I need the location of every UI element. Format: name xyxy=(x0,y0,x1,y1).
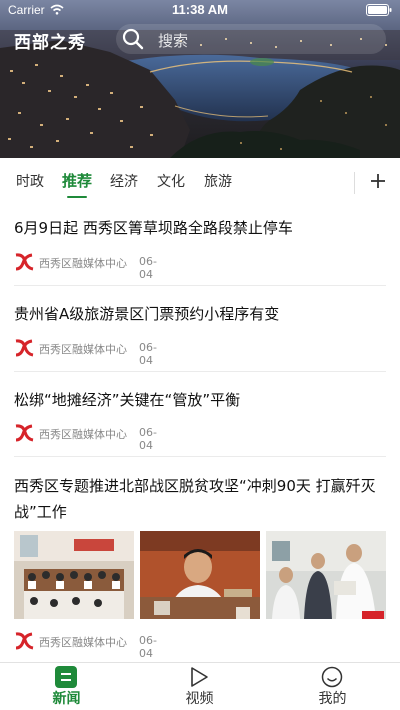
app-title: 西部之秀 xyxy=(14,33,86,53)
article-date: 06-04 xyxy=(139,255,157,281)
nav-video[interactable]: 视频 xyxy=(133,663,266,710)
list-divider xyxy=(14,285,386,286)
nav-news-label: 新闻 xyxy=(52,691,81,707)
xixiu-media-logo-icon xyxy=(15,632,34,650)
profile-smile-icon xyxy=(321,666,343,688)
xixiu-media-logo-icon xyxy=(15,253,34,271)
article-thumbnail[interactable] xyxy=(140,531,260,619)
status-bar: Carrier 11:38 AM xyxy=(0,0,400,20)
status-time: 11:38 AM xyxy=(172,2,228,17)
article-source: 西秀区融媒体中心 xyxy=(39,257,127,270)
meeting-room-photo xyxy=(14,531,134,619)
header-banner: Carrier 11:38 AM 西部之秀 搜索 xyxy=(0,0,400,158)
article-title[interactable]: 西秀区专题推进北部战区脱贫攻坚“冲刺90天 打赢歼灭战”工作 xyxy=(14,473,386,525)
article-date: 06-04 xyxy=(139,634,157,660)
article-thumbnail[interactable] xyxy=(14,531,134,619)
bottom-nav: 新闻 视频 我的 xyxy=(0,662,400,710)
article-thumbnail[interactable] xyxy=(266,531,386,619)
search-bar[interactable] xyxy=(116,24,386,54)
xixiu-media-logo-icon xyxy=(15,424,34,442)
tab-lvyou[interactable]: 旅游 xyxy=(204,171,232,191)
active-tab-indicator xyxy=(67,196,87,198)
article-source: 西秀区融媒体中心 xyxy=(39,343,127,356)
add-channel-icon[interactable] xyxy=(368,171,388,191)
search-icon[interactable] xyxy=(122,28,144,50)
category-tabs: 时政 推荐 经济 文化 旅游 xyxy=(0,158,400,204)
article-title[interactable]: 松绑“地摊经济”关键在“管放”平衡 xyxy=(14,387,386,413)
news-icon xyxy=(55,666,77,688)
news-app-screen: Carrier 11:38 AM 西部之秀 搜索 时政 推荐 经济 文化 旅游 xyxy=(0,0,400,710)
article-date: 06-04 xyxy=(139,426,157,452)
article-date: 06-04 xyxy=(139,341,157,367)
nav-profile[interactable]: 我的 xyxy=(266,663,399,710)
article-title[interactable]: 贵州省A级旅游景区门票预约小程序有变 xyxy=(14,301,386,327)
video-play-icon xyxy=(191,667,208,687)
article-source: 西秀区融媒体中心 xyxy=(39,636,127,649)
tab-jingji[interactable]: 经济 xyxy=(110,171,138,191)
list-divider xyxy=(14,456,386,457)
tab-tuijian[interactable]: 推荐 xyxy=(62,170,92,191)
xixiu-media-logo-icon xyxy=(15,339,34,357)
tab-wenhua[interactable]: 文化 xyxy=(157,171,185,191)
nav-news[interactable]: 新闻 xyxy=(0,663,133,710)
article-source: 西秀区融媒体中心 xyxy=(39,428,127,441)
nav-video-label: 视频 xyxy=(185,691,214,707)
tab-shizheng[interactable]: 时政 xyxy=(16,171,44,191)
speaker-photo xyxy=(140,531,260,619)
article-title[interactable]: 6月9日起 西秀区箐草坝路全路段禁止停车 xyxy=(14,215,386,241)
list-divider xyxy=(14,371,386,372)
tab-divider xyxy=(354,172,355,194)
battery-icon xyxy=(366,4,392,16)
site-visit-photo xyxy=(266,531,386,619)
search-placeholder[interactable]: 搜索 xyxy=(158,30,188,51)
nav-profile-label: 我的 xyxy=(318,691,347,707)
